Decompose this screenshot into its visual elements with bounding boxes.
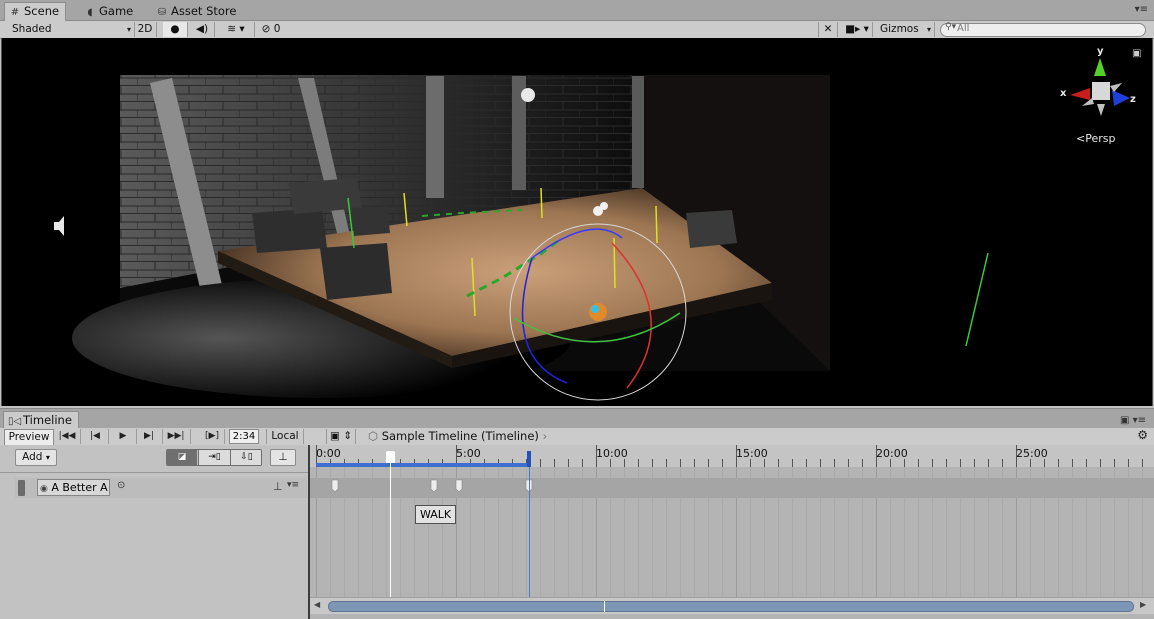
track-menu-icon[interactable]: ▾≡: [287, 480, 299, 490]
scene-viewport[interactable]: y x z ▣ <Persp: [1, 38, 1153, 406]
pin-button[interactable]: ⊥: [270, 449, 296, 466]
axis-y-label: y: [1097, 46, 1104, 57]
dropdown-arrow-icon: ▾: [45, 453, 50, 462]
axis-x-label: x: [1060, 88, 1067, 99]
eye-slash-icon: ⊘: [261, 23, 271, 35]
lock-icon[interactable]: ▣: [1132, 48, 1141, 59]
orientation-gizmo[interactable]: [1070, 58, 1130, 116]
scene-toolbar: Shaded 2D ● ◀) ≋ ▾ ⊘ 0 ✕ ■▸ ▾ Gizmos ⚲▾ …: [0, 21, 1154, 39]
play-range-button[interactable]: [▶]: [200, 429, 225, 444]
play-button[interactable]: ▶: [110, 429, 137, 444]
marker[interactable]: [455, 479, 463, 493]
audio-toggle[interactable]: ◀): [190, 22, 215, 37]
lightbulb-icon: ●: [170, 23, 180, 35]
target-icon[interactable]: ⊙: [117, 480, 125, 491]
tab-game[interactable]: ◖ Game: [80, 3, 139, 20]
space-toggle[interactable]: Local: [266, 429, 304, 444]
playhead-handle[interactable]: [386, 451, 395, 463]
wrench-icon: ✕: [823, 23, 833, 35]
camera-projection-toggle[interactable]: <Persp: [1076, 132, 1115, 145]
perspective-icon: <: [1076, 132, 1086, 145]
step-back-icon: |◀: [90, 431, 100, 441]
draw-mode-dropdown[interactable]: Shaded: [4, 22, 135, 37]
pin-icon: ⊥: [278, 451, 288, 463]
play-icon: ▶: [119, 431, 127, 441]
tools-button[interactable]: ✕: [818, 22, 838, 37]
mix-mode-button[interactable]: ◪: [167, 450, 197, 465]
search-icon: ⚲▾: [945, 22, 957, 32]
pacman-icon: ◖: [87, 7, 93, 18]
play-range-icon: [▶]: [205, 431, 219, 441]
prev-frame-button[interactable]: |◀: [82, 429, 109, 444]
range-end-line: [529, 467, 530, 613]
clip-markers: [331, 479, 533, 493]
breadcrumb[interactable]: ⬡ Sample Timeline (Timeline) ›: [368, 429, 547, 444]
timeline-selector-dropdown[interactable]: ▣ ⇕: [326, 429, 356, 444]
tab-asset-store[interactable]: ⛁ Asset Store: [152, 3, 243, 20]
hidden-objects-toggle[interactable]: ⊘ 0: [258, 22, 284, 37]
breadcrumb-arrow-icon: ›: [542, 429, 548, 443]
lighting-toggle[interactable]: ●: [163, 22, 188, 37]
axis-z-label: z: [1130, 94, 1136, 105]
grid-icon: #: [10, 7, 20, 18]
track-header-panel: Add ▾ ◪ ⇥▯ ⇩▯ ⊥ ◉ A Better A ⊙ ⊥ ▾≡: [0, 445, 310, 619]
scene-tab-bar: # Scene ◖ Game ⛁ Asset Store ▾≡: [0, 0, 1154, 21]
timeline-tab-bar: ▯◁ Timeline ▣ ▾≡: [0, 408, 1154, 430]
effects-icon: ≋ ▾: [227, 23, 245, 35]
replace-mode-button[interactable]: ⇩▯: [230, 450, 261, 465]
marker[interactable]: [331, 479, 339, 493]
scroll-playhead-indicator: [604, 601, 605, 612]
step-forward-icon: ▶|: [144, 431, 154, 441]
divider: [0, 472, 308, 473]
scene-render: [54, 58, 1130, 401]
timeline-toolbar: Preview |◀◀ |◀ ▶ ▶| ▶▶| [▶] 2:34 Local ▣…: [0, 428, 1154, 446]
ripple-mode-button[interactable]: ⇥▯: [198, 450, 230, 465]
skip-end-icon: ▶▶|: [167, 431, 185, 441]
window-menu-icon[interactable]: ▾≡: [1135, 4, 1148, 15]
goto-start-button[interactable]: |◀◀: [54, 429, 81, 444]
timeline-settings-gear-icon[interactable]: ⚙: [1137, 428, 1148, 442]
speaker-icon: ◀): [195, 23, 209, 35]
add-track-button[interactable]: Add ▾: [15, 449, 57, 466]
camera-dropdown[interactable]: ■▸ ▾: [842, 22, 873, 37]
timeline-track-area[interactable]: 0:00 5:00 10:00 15:00 20:00 25:00 WALK ◀…: [310, 445, 1154, 619]
horizontal-scrollbar[interactable]: ◀ ▶: [310, 597, 1154, 614]
timeline-window-menu-icon[interactable]: ▣ ▾≡: [1120, 415, 1146, 426]
cube-icon: ⬡: [368, 429, 379, 443]
2d-toggle[interactable]: 2D: [134, 22, 157, 37]
track-binding-field[interactable]: ◉ A Better A: [37, 479, 110, 496]
marker[interactable]: [430, 479, 438, 493]
scroll-left-icon[interactable]: ◀: [314, 600, 320, 609]
current-frame-field[interactable]: 2:34: [229, 429, 259, 444]
playhead-line: [390, 463, 391, 613]
store-icon: ⛁: [157, 7, 167, 18]
edit-mode-group: ◪ ⇥▯ ⇩▯: [166, 449, 262, 466]
next-frame-button[interactable]: ▶|: [136, 429, 163, 444]
gizmos-dropdown[interactable]: Gizmos: [876, 22, 935, 37]
tab-scene[interactable]: # Scene: [4, 2, 67, 21]
scroll-right-icon[interactable]: ▶: [1140, 600, 1146, 609]
scrollbar-thumb[interactable]: [328, 601, 1134, 612]
track-row[interactable]: ◉ A Better A ⊙ ⊥ ▾≡: [15, 478, 307, 498]
skip-start-icon: |◀◀: [58, 431, 76, 441]
scene-search-field[interactable]: ⚲▾ All: [940, 22, 1146, 37]
track-lock-icon[interactable]: ⊥: [273, 480, 283, 493]
effects-dropdown[interactable]: ≋ ▾: [218, 22, 255, 37]
goto-end-button[interactable]: ▶▶|: [162, 429, 191, 444]
animator-icon: ◉: [40, 484, 48, 494]
preview-toggle[interactable]: Preview: [4, 429, 54, 446]
timeline-asset-icon: ▣ ⇕: [329, 430, 353, 442]
clip-tooltip: WALK: [415, 505, 457, 524]
track-color-bar: [18, 480, 25, 496]
camera-icon: ■▸ ▾: [845, 23, 869, 35]
